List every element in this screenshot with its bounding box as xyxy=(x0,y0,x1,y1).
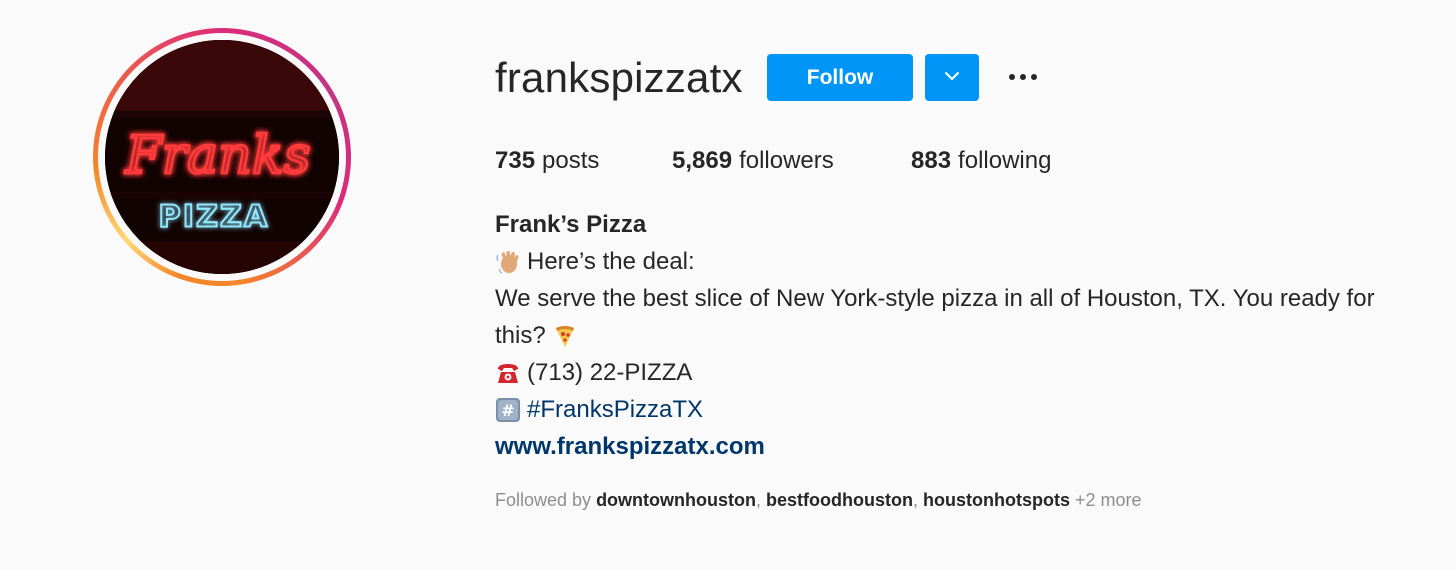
follower-account[interactable]: houstonhotspots xyxy=(923,490,1070,510)
follower-account[interactable]: downtownhouston xyxy=(596,490,756,510)
more-horizontal-icon xyxy=(1009,74,1015,80)
more-options-button[interactable] xyxy=(1003,60,1043,94)
avatar[interactable]: Franks PIZZA xyxy=(105,40,339,274)
suggested-accounts-button[interactable] xyxy=(925,54,979,101)
telephone-icon xyxy=(495,360,521,386)
profile-full-name: Frank’s Pizza xyxy=(495,211,647,238)
story-ring[interactable]: Franks PIZZA xyxy=(93,28,351,286)
bio-hashtag-line: # #FranksPizzaTX xyxy=(495,391,1445,428)
hash-keycap-icon: # xyxy=(495,397,521,423)
profile-username: frankspizzatx xyxy=(495,54,743,101)
bio-line: Here’s the deal: xyxy=(495,243,1445,280)
hashtag-link[interactable]: #FranksPizzaTX xyxy=(527,391,703,428)
posts-count: 735 posts xyxy=(495,147,600,174)
bio-phone-line: (713) 22-PIZZA xyxy=(495,354,1445,391)
profile-page: Franks PIZZA frankspizzatx Follow 735 po… xyxy=(0,0,1456,569)
follow-button[interactable]: Follow xyxy=(767,54,913,101)
followers-link[interactable]: 5,869 followers xyxy=(672,145,911,177)
chevron-down-icon xyxy=(943,70,961,85)
sign-line-1: Franks xyxy=(124,125,310,186)
sign-line-2: PIZZA xyxy=(159,200,270,235)
website-link[interactable]: www.frankspizzatx.com xyxy=(495,428,1445,465)
svg-text:#: # xyxy=(501,401,514,420)
followed-by-more[interactable]: +2 more xyxy=(1075,490,1142,510)
waving-hand-icon xyxy=(495,249,521,275)
following-link[interactable]: 883 following xyxy=(911,145,1051,177)
followed-by[interactable]: Followed by downtownhouston, bestfoodhou… xyxy=(495,488,1142,512)
bio-line: this? xyxy=(495,317,1445,354)
pizza-icon xyxy=(552,323,578,349)
profile-bio: Frank’s Pizza Here’s the deal: We serve … xyxy=(495,206,1445,465)
profile-stats: 735 posts 5,869 followers 883 following xyxy=(495,145,1051,177)
follower-account[interactable]: bestfoodhouston xyxy=(766,490,913,510)
bio-line: We serve the best slice of New York-styl… xyxy=(495,285,1375,312)
neon-sign-image: Franks PIZZA xyxy=(105,40,339,274)
